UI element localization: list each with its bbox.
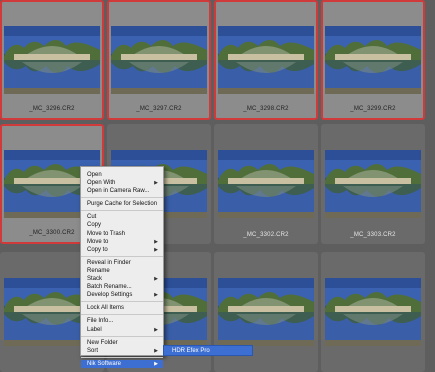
thumbnail-caption: _MC_3303.CR2: [350, 232, 396, 238]
menu-item-copy-to[interactable]: Copy to ▶: [81, 246, 163, 254]
thumbnail-caption: _MC_3297.CR2: [136, 106, 182, 112]
menu-item-stack[interactable]: Stack ▶: [81, 275, 163, 283]
photo-graphic: [218, 150, 314, 218]
menu-separator: [81, 356, 163, 358]
submenu-arrow-icon: ▶: [154, 360, 158, 367]
thumbnail-cell[interactable]: _MC_3303.CR2: [321, 124, 425, 244]
photo-graphic: [218, 278, 314, 346]
thumbnail-grid: _MC_3296.CR2 _MC_3297.CR2 _MC_3298.CR2 _…: [0, 0, 435, 372]
menu-item-open-in-camera-raw[interactable]: Open in Camera Raw...: [81, 187, 163, 195]
menu-item-file-info[interactable]: File Info...: [81, 317, 163, 325]
submenu-arrow-icon: ▶: [154, 180, 158, 187]
menu-item-move-to[interactable]: Move to ▶: [81, 238, 163, 246]
menu-item-cut[interactable]: Cut: [81, 213, 163, 221]
thumbnail-image[interactable]: [111, 26, 207, 94]
submenu-arrow-icon: ▶: [154, 238, 158, 245]
menu-item-label: Open With: [87, 180, 116, 187]
menu-item-purge-cache-for-selection[interactable]: Purge Cache for Selection: [81, 200, 163, 208]
menu-item-label: Open in Camera Raw...: [87, 188, 150, 195]
menu-separator: [81, 335, 163, 337]
thumbnail-caption: _MC_3298.CR2: [243, 106, 289, 112]
menu-item-move-to-trash[interactable]: Move to Trash: [81, 230, 163, 238]
menu-item-label: New Folder: [87, 339, 118, 346]
menu-item-lock-all-items[interactable]: Lock All Items: [81, 304, 163, 312]
thumbnail-caption: _MC_3299.CR2: [350, 106, 396, 112]
photo-graphic: [325, 150, 421, 218]
thumbnail-image[interactable]: [325, 26, 421, 94]
menu-separator: [81, 197, 163, 199]
thumbnail-cell[interactable]: _MC_3297.CR2: [107, 0, 211, 120]
menu-separator: [81, 301, 163, 303]
thumbnail-caption: _MC_3296.CR2: [29, 106, 75, 112]
menu-item-rename[interactable]: Rename: [81, 267, 163, 275]
menu-item-new-folder[interactable]: New Folder: [81, 339, 163, 347]
thumbnail-caption: _MC_3302.CR2: [243, 232, 289, 238]
menu-item-label: Rename: [87, 267, 110, 274]
photo-graphic: [325, 26, 421, 94]
photo-graphic: [325, 278, 421, 346]
menu-separator: [81, 210, 163, 212]
thumbnail-image[interactable]: [218, 26, 314, 94]
menu-item-label: Reveal in Finder: [87, 259, 131, 266]
thumbnail-image[interactable]: [325, 278, 421, 346]
menu-separator: [81, 314, 163, 316]
thumbnail-image[interactable]: [325, 150, 421, 218]
thumbnail-image[interactable]: [218, 278, 314, 346]
thumbnail-cell[interactable]: _MC_3299.CR2: [321, 0, 425, 120]
menu-separator: [81, 255, 163, 257]
menu-item-label: Batch Rename...: [87, 284, 132, 291]
menu-item-label: Cut: [87, 214, 97, 221]
menu-item-batch-rename[interactable]: Batch Rename...: [81, 283, 163, 291]
menu-item-sort[interactable]: Sort ▶: [81, 347, 163, 355]
menu-item-label: Develop Settings: [87, 292, 133, 299]
menu-item-label: Purge Cache for Selection: [87, 201, 158, 208]
menu-item-reveal-in-finder[interactable]: Reveal in Finder: [81, 259, 163, 267]
menu-item-open[interactable]: Open: [81, 171, 163, 179]
menu-item-label[interactable]: Label ▶: [81, 326, 163, 334]
thumbnail-cell[interactable]: [321, 252, 425, 372]
menu-item-label: Copy: [87, 222, 102, 229]
menu-item-label: Nik Software: [87, 360, 122, 367]
thumbnail-cell[interactable]: _MC_3302.CR2: [214, 124, 318, 244]
menu-item-develop-settings[interactable]: Develop Settings ▶: [81, 291, 163, 299]
submenu-arrow-icon: ▶: [154, 292, 158, 299]
menu-item-label: Move to Trash: [87, 230, 126, 237]
menu-item-nik-software[interactable]: Nik Software ▶: [81, 359, 163, 368]
menu-item-copy[interactable]: Copy: [81, 221, 163, 229]
menu-item-label: Lock All Items: [87, 305, 125, 312]
submenu-hdr-efex-pro[interactable]: HDR Efex Pro: [163, 345, 253, 356]
menu-item-label: Open: [87, 172, 102, 178]
photo-graphic: [4, 26, 100, 94]
photo-graphic: [111, 26, 207, 94]
photo-graphic: [218, 26, 314, 94]
submenu-arrow-icon: ▶: [154, 347, 158, 354]
thumbnail-cell[interactable]: _MC_3296.CR2: [0, 0, 104, 120]
thumbnail-image[interactable]: [218, 150, 314, 218]
thumbnail-cell[interactable]: _MC_3298.CR2: [214, 0, 318, 120]
menu-item-label: Copy to: [87, 246, 108, 253]
menu-item-label: Stack: [87, 276, 103, 283]
menu-item-open-with[interactable]: Open With ▶: [81, 179, 163, 187]
context-menu: Open Open With ▶ Open in Camera Raw... Purge…: [80, 166, 164, 368]
menu-item-label: Label: [87, 326, 102, 333]
menu-item-label: Move to: [87, 238, 109, 245]
menu-item-label: File Info...: [87, 318, 114, 325]
submenu-arrow-icon: ▶: [154, 246, 158, 253]
menu-item-label: Sort: [87, 347, 99, 354]
thumbnail-image[interactable]: [4, 26, 100, 94]
submenu-arrow-icon: ▶: [154, 326, 158, 333]
submenu-arrow-icon: ▶: [154, 276, 158, 283]
